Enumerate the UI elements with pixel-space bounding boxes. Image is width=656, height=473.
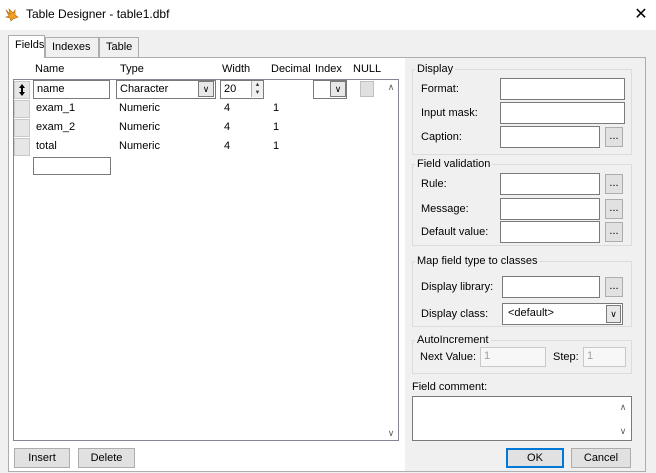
field-name-input[interactable]: name	[33, 80, 110, 99]
ok-button[interactable]: OK	[506, 448, 564, 468]
column-header-index: Index	[315, 63, 342, 75]
message-label: Message:	[421, 203, 469, 215]
scroll-up-icon[interactable]: ∧	[616, 400, 630, 414]
message-input[interactable]	[500, 198, 600, 220]
close-icon[interactable]: ✕	[630, 5, 652, 25]
step-label: Step:	[553, 351, 579, 363]
column-header-null: NULL	[353, 63, 382, 75]
tab-fields[interactable]: Fields	[8, 35, 45, 58]
row-selector[interactable]	[14, 119, 30, 137]
validation-group-title: Field validation	[415, 158, 493, 170]
field-name-cell[interactable]: exam_1	[36, 102, 75, 114]
column-header-name: Name	[35, 63, 65, 75]
field-decimal-cell[interactable]: 1	[273, 140, 279, 152]
row-selector[interactable]	[14, 100, 30, 118]
column-header-type: Type	[120, 63, 144, 75]
step-spinner[interactable]: 1	[583, 347, 626, 367]
tab-table[interactable]: Table	[99, 37, 139, 57]
display-class-select[interactable]: <default>	[502, 303, 623, 325]
scroll-down-icon[interactable]: ∨	[384, 426, 398, 440]
caption-input[interactable]	[500, 126, 600, 148]
default-value-builder-button[interactable]: ...	[605, 222, 623, 242]
field-type-cell[interactable]: Numeric	[119, 102, 160, 114]
field-comment-textarea[interactable]	[412, 396, 632, 441]
format-label: Format:	[421, 83, 459, 95]
display-library-input[interactable]	[502, 276, 600, 298]
window-title: Table Designer - table1.dbf	[26, 7, 170, 21]
field-type-cell[interactable]: Numeric	[119, 140, 160, 152]
delete-button[interactable]: Delete	[78, 448, 135, 468]
scroll-up-icon[interactable]: ∧	[384, 80, 398, 94]
next-value-spinner[interactable]: 1	[480, 347, 546, 367]
grid-scrollbar[interactable]: ∧ ∨	[384, 80, 398, 440]
chevron-down-icon[interactable]: ∨	[198, 81, 214, 97]
field-name-cell[interactable]: exam_2	[36, 121, 75, 133]
next-value-label: Next Value:	[420, 351, 477, 363]
input-mask-input[interactable]	[500, 102, 625, 124]
field-width-cell[interactable]: 4	[224, 140, 230, 152]
row-move-icon[interactable]	[14, 81, 30, 99]
field-comment-label: Field comment:	[412, 381, 488, 393]
new-field-name-input[interactable]	[33, 157, 111, 175]
field-width-cell[interactable]: 4	[224, 121, 230, 133]
null-checkbox[interactable]	[360, 81, 374, 97]
rule-input[interactable]	[500, 173, 600, 195]
insert-button[interactable]: Insert	[14, 448, 70, 468]
default-value-input[interactable]	[500, 221, 600, 243]
display-group-title: Display	[415, 63, 456, 75]
column-header-decimal: Decimal	[271, 63, 311, 75]
title-bar: Table Designer - table1.dbf ✕	[0, 0, 656, 30]
field-type-cell[interactable]: Numeric	[119, 121, 160, 133]
caption-label: Caption:	[421, 131, 462, 143]
rule-label: Rule:	[421, 178, 447, 190]
message-builder-button[interactable]: ...	[605, 199, 623, 219]
display-library-label: Display library:	[421, 281, 494, 293]
column-header-width: Width	[222, 63, 251, 75]
fields-grid[interactable]	[13, 79, 399, 441]
display-class-label: Display class:	[421, 308, 489, 320]
format-input[interactable]	[500, 78, 625, 100]
field-decimal-cell[interactable]: 1	[273, 102, 279, 114]
rule-builder-button[interactable]: ...	[605, 174, 623, 194]
field-name-cell[interactable]: total	[36, 140, 57, 152]
fox-logo-icon	[4, 8, 19, 22]
field-width-cell[interactable]: 4	[224, 102, 230, 114]
autoincrement-group-title: AutoIncrement	[415, 334, 491, 346]
chevron-down-icon[interactable]: ∨	[606, 305, 621, 323]
spin-up-icon[interactable]: ▲	[252, 81, 263, 89]
caption-builder-button[interactable]: ...	[605, 127, 623, 147]
row-selector[interactable]	[14, 138, 30, 156]
field-decimal-cell[interactable]: 1	[273, 121, 279, 133]
cancel-button[interactable]: Cancel	[571, 448, 631, 468]
input-mask-label: Input mask:	[421, 107, 478, 119]
map-classes-group-title: Map field type to classes	[415, 255, 540, 267]
scroll-down-icon[interactable]: ∨	[616, 424, 630, 438]
spin-down-icon[interactable]: ▼	[252, 89, 263, 97]
width-spinner-arrows[interactable]: ▲ ▼	[251, 81, 263, 97]
tab-indexes[interactable]: Indexes	[45, 37, 99, 57]
display-library-builder-button[interactable]: ...	[605, 277, 623, 297]
chevron-down-icon[interactable]: ∨	[330, 81, 346, 97]
default-value-label: Default value:	[421, 226, 489, 238]
